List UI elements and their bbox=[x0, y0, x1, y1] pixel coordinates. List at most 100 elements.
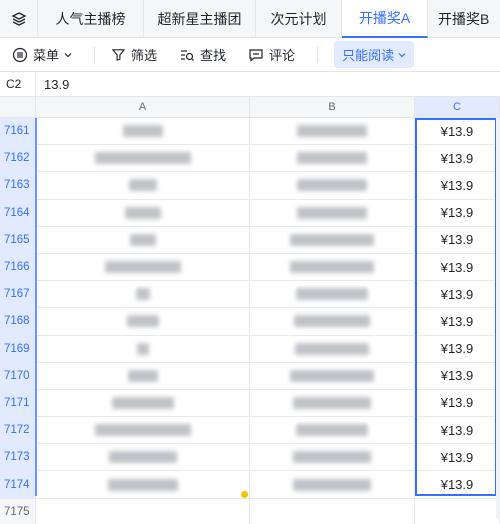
cell-c[interactable]: ¥13.9 bbox=[415, 118, 500, 145]
cell-a[interactable] bbox=[36, 253, 250, 281]
cell-b[interactable] bbox=[250, 498, 415, 524]
table-row: 7171 ¥13.9 bbox=[0, 389, 500, 418]
cell-c[interactable]: ¥13.9 bbox=[415, 308, 500, 335]
cell-a[interactable] bbox=[36, 389, 250, 417]
cell-c[interactable]: ¥13.9 bbox=[415, 145, 500, 172]
column-header-a[interactable]: A bbox=[36, 97, 250, 117]
readonly-mode-button[interactable]: 只能阅读 bbox=[334, 41, 415, 68]
sheet-list-button[interactable] bbox=[0, 0, 38, 38]
cell-c[interactable]: ¥13.9 bbox=[415, 281, 500, 308]
cell-b[interactable] bbox=[250, 389, 415, 417]
cell-a[interactable] bbox=[36, 362, 250, 389]
table-row: 7170 ¥13.9 bbox=[0, 362, 500, 390]
cell-c[interactable]: ¥13.9 bbox=[415, 389, 500, 417]
cell-a[interactable] bbox=[36, 199, 250, 226]
row-header-selection-line bbox=[35, 118, 37, 496]
cell-c[interactable]: ¥13.9 bbox=[415, 417, 500, 444]
cell-c[interactable]: ¥13.9 bbox=[415, 253, 500, 281]
chevron-down-icon bbox=[398, 52, 406, 57]
column-header-b[interactable]: B bbox=[250, 97, 415, 117]
row-number[interactable]: 7168 bbox=[0, 308, 36, 335]
tab-popular-anchors[interactable]: 人气主播榜 bbox=[38, 0, 144, 38]
cell-a[interactable] bbox=[36, 118, 250, 145]
row-number[interactable]: 7172 bbox=[0, 417, 36, 444]
redacted-text bbox=[129, 233, 156, 246]
cell-c[interactable]: ¥13.9 bbox=[415, 362, 500, 389]
cell-a[interactable] bbox=[36, 471, 250, 498]
cell-b[interactable] bbox=[250, 444, 415, 471]
filter-button[interactable]: 筛选 bbox=[111, 45, 157, 64]
cell-b[interactable] bbox=[250, 417, 415, 444]
cell-a[interactable] bbox=[36, 417, 250, 444]
redacted-text bbox=[124, 206, 161, 219]
table-row: 7164 ¥13.9 bbox=[0, 199, 500, 227]
redacted-text bbox=[107, 478, 178, 491]
menu-icon bbox=[12, 47, 28, 62]
cell-c[interactable]: ¥13.9 bbox=[415, 444, 500, 471]
row-number[interactable]: 7165 bbox=[0, 226, 36, 253]
cell-b[interactable] bbox=[250, 308, 415, 335]
row-number[interactable]: 7169 bbox=[0, 335, 36, 362]
formula-value[interactable]: 13.9 bbox=[36, 77, 69, 92]
cell-c[interactable]: ¥13.9 bbox=[415, 471, 500, 498]
find-button[interactable]: 查找 bbox=[179, 45, 226, 64]
cell-c[interactable]: ¥13.9 bbox=[415, 335, 500, 362]
comment-button[interactable]: 评论 bbox=[248, 45, 295, 64]
column-header-c[interactable]: C bbox=[415, 97, 500, 117]
row-number[interactable]: 7173 bbox=[0, 444, 36, 471]
cell-c[interactable]: ¥13.9 bbox=[415, 172, 500, 199]
row-number[interactable]: 7163 bbox=[0, 172, 36, 199]
cell-b[interactable] bbox=[250, 471, 415, 498]
tab-dimension-plan[interactable]: 次元计划 bbox=[256, 0, 342, 38]
cell-a[interactable] bbox=[36, 498, 250, 524]
row-number[interactable]: 7171 bbox=[0, 389, 36, 417]
cell-a[interactable] bbox=[36, 172, 250, 199]
vertical-scrollbar[interactable] bbox=[496, 118, 500, 518]
cell-a[interactable] bbox=[36, 226, 250, 253]
menu-button[interactable]: 菜单 bbox=[12, 45, 72, 64]
cell-b[interactable] bbox=[250, 172, 415, 199]
row-number[interactable]: 7166 bbox=[0, 253, 36, 281]
cell-b[interactable] bbox=[250, 281, 415, 308]
cell-c[interactable]: ¥13.9 bbox=[415, 226, 500, 253]
redacted-text bbox=[108, 451, 177, 464]
row-number[interactable]: 7167 bbox=[0, 281, 36, 308]
cell-a[interactable] bbox=[36, 335, 250, 362]
corner-cell[interactable] bbox=[0, 97, 36, 117]
redacted-text bbox=[293, 451, 371, 464]
row-number[interactable]: 7161 bbox=[0, 118, 36, 145]
row-number[interactable]: 7170 bbox=[0, 362, 36, 389]
cell-b[interactable] bbox=[250, 362, 415, 389]
row-number[interactable]: 7175 bbox=[0, 498, 36, 524]
cell-reference[interactable]: C2 bbox=[0, 72, 36, 96]
row-number[interactable]: 7162 bbox=[0, 145, 36, 172]
cell-c[interactable]: ¥13.9 bbox=[415, 199, 500, 226]
cell-b[interactable] bbox=[250, 253, 415, 281]
cell-c[interactable] bbox=[415, 498, 500, 524]
readonly-label: 只能阅读 bbox=[342, 48, 395, 63]
cell-a[interactable] bbox=[36, 308, 250, 335]
cell-b[interactable] bbox=[250, 335, 415, 362]
cell-b[interactable] bbox=[250, 145, 415, 172]
cell-b[interactable] bbox=[250, 118, 415, 145]
redacted-text bbox=[296, 424, 368, 437]
row-number[interactable]: 7174 bbox=[0, 471, 36, 498]
redacted-text bbox=[122, 125, 163, 138]
cell-a[interactable] bbox=[36, 281, 250, 308]
fill-handle[interactable] bbox=[241, 491, 248, 498]
toolbar-divider bbox=[317, 46, 319, 63]
cell-b[interactable] bbox=[250, 199, 415, 226]
table-row: 7173 ¥13.9 bbox=[0, 444, 500, 472]
cell-a[interactable] bbox=[36, 145, 250, 172]
spreadsheet-grid: A B C 7161 ¥13.9 7162 ¥13.9 7163 ¥13.9 7164 ¥13… bbox=[0, 97, 500, 524]
tab-broadcast-award-a[interactable]: 开播奖A bbox=[342, 0, 428, 38]
tab-broadcast-award-b[interactable]: 开播奖B bbox=[428, 0, 500, 38]
table-row: 7174 ¥13.9 bbox=[0, 471, 500, 499]
tab-supernova-group[interactable]: 超新星主播团 bbox=[144, 0, 256, 38]
cell-b[interactable] bbox=[250, 226, 415, 253]
filter-label: 筛选 bbox=[131, 48, 158, 63]
cell-a[interactable] bbox=[36, 444, 250, 471]
toolbar-divider bbox=[94, 46, 96, 63]
layers-icon bbox=[11, 12, 26, 26]
row-number[interactable]: 7164 bbox=[0, 199, 36, 226]
